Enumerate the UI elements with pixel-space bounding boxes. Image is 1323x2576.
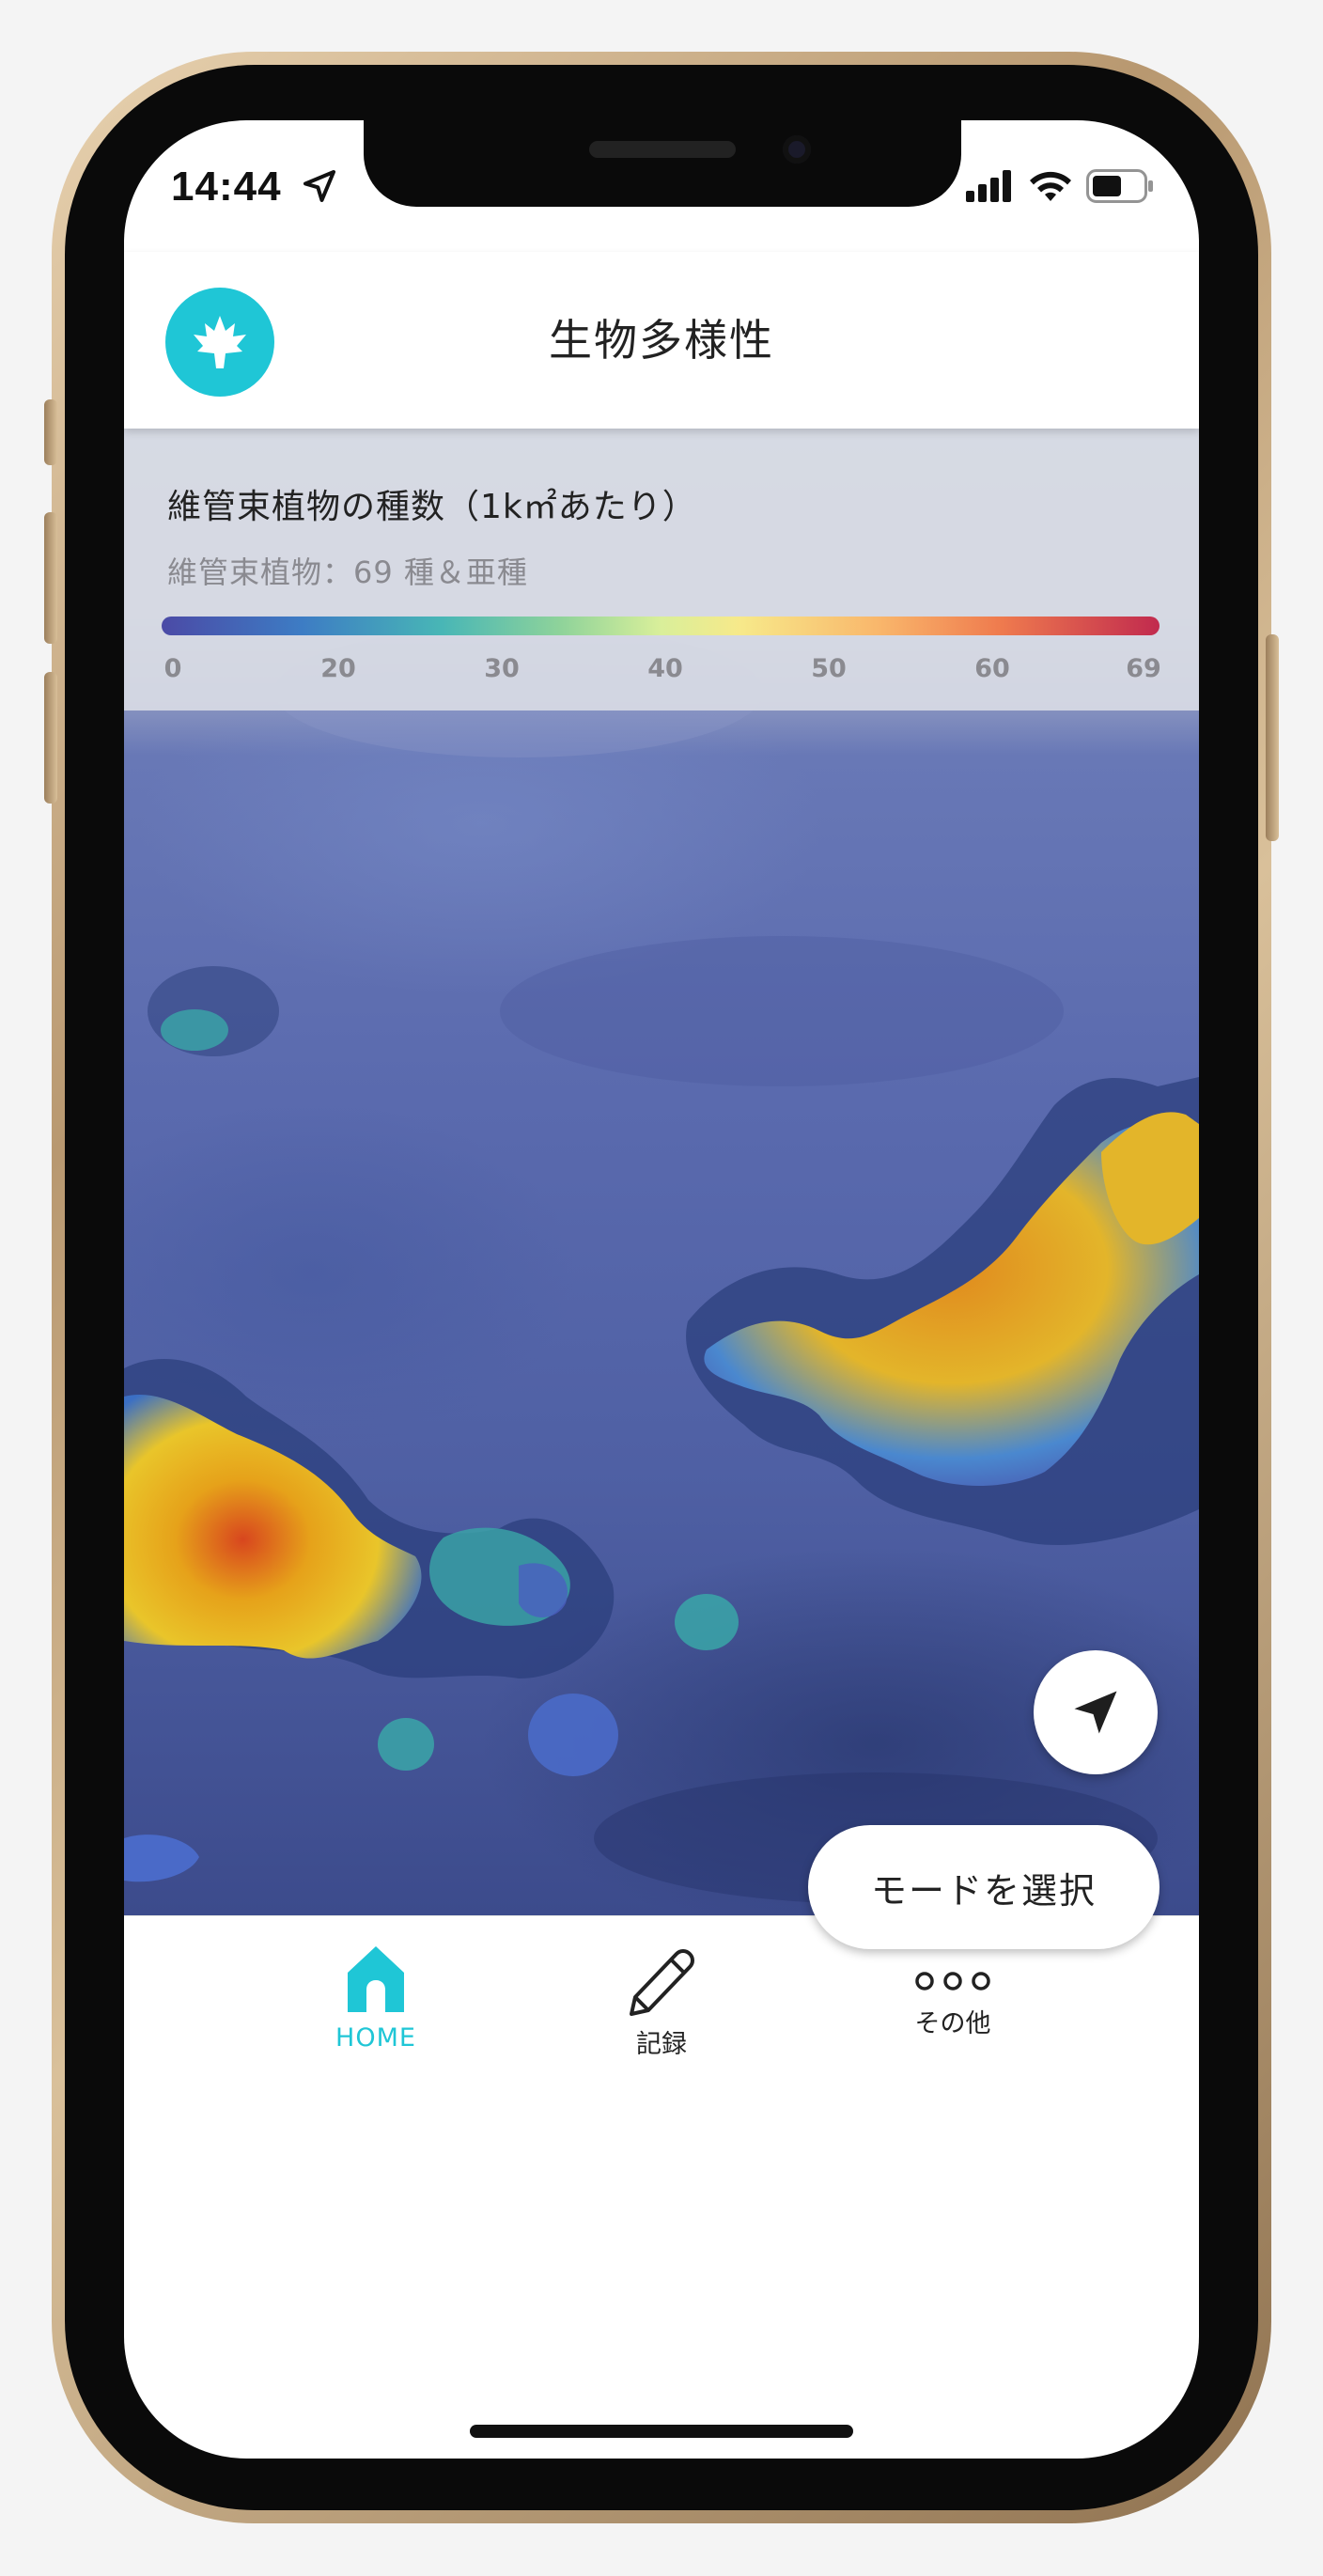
pencil-icon (630, 1949, 694, 2016)
legend-color-scale (162, 617, 1160, 635)
legend-tick: 60 (974, 654, 1010, 683)
app-header: 生物多様性 (124, 252, 1199, 429)
more-icon (915, 1972, 990, 1991)
tab-home-label: HOME (335, 2023, 416, 2053)
legend-tick: 40 (647, 654, 683, 683)
mute-switch (44, 399, 57, 465)
status-indicators (966, 169, 1154, 207)
legend-tick: 0 (163, 654, 182, 683)
tab-record-label: 記録 (636, 2030, 687, 2059)
legend-panel: 維管束植物の種数（1k㎡あたり） 維管束植物：69 種＆亜種 0 20 30 4… (124, 429, 1199, 710)
front-camera (783, 135, 811, 164)
legend-tick: 69 (1126, 654, 1161, 683)
status-time: 14:44 (171, 164, 282, 210)
volume-down-button (44, 672, 57, 804)
current-location-button[interactable] (1034, 1650, 1158, 1774)
notch (364, 120, 961, 207)
wifi-icon (1028, 169, 1073, 207)
cellular-signal-icon (966, 170, 1015, 206)
location-arrow-icon (301, 167, 338, 209)
phone-screen: 14:44 生物多様性 維管束植物の種数（1k㎡あたり） 維管束植物：69 種＆… (124, 120, 1199, 2459)
home-icon (348, 1946, 404, 2012)
page-title: 生物多様性 (549, 315, 774, 366)
legend-tick: 50 (811, 654, 847, 683)
tab-home[interactable]: HOME (235, 1916, 517, 2095)
volume-up-button (44, 512, 57, 644)
speaker (589, 141, 736, 158)
mode-select-button[interactable]: モードを選択 (808, 1825, 1160, 1949)
tab-more-label: その他 (914, 2009, 991, 2038)
home-indicator (470, 2425, 853, 2438)
battery-icon (1086, 169, 1154, 207)
legend-tick: 30 (484, 654, 520, 683)
navigation-arrow-icon (1074, 1691, 1117, 1734)
legend-subtitle: 維管束植物：69 種＆亜種 (167, 554, 528, 590)
legend-tick: 20 (320, 654, 356, 683)
legend-title: 維管束植物の種数（1k㎡あたり） (167, 488, 697, 526)
tab-record[interactable]: 記録 (521, 1916, 802, 2095)
side-button (1266, 634, 1279, 841)
